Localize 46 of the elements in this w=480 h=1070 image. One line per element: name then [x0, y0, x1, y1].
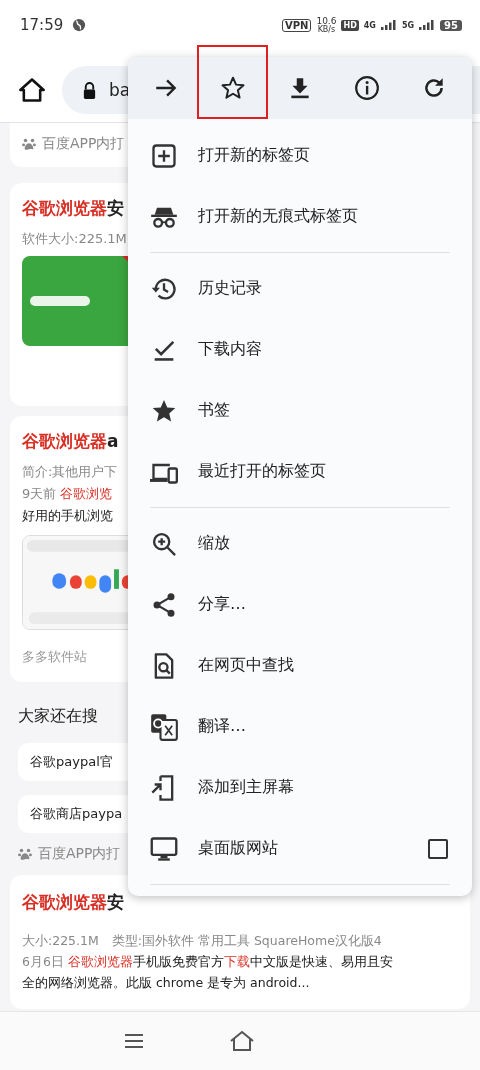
- speed-unit: KB/s: [317, 25, 336, 34]
- menu-item[interactable]: 下载内容: [128, 319, 472, 380]
- result-title[interactable]: 谷歌浏览器安: [22, 197, 126, 220]
- signal-icon: [419, 20, 436, 30]
- plus-square-icon: [150, 141, 178, 170]
- menu-item[interactable]: 书签: [128, 380, 472, 441]
- menu-item[interactable]: 缩放: [128, 513, 472, 574]
- toolbar-button[interactable]: [199, 47, 267, 117]
- result-text: 简介:其他用户下: [22, 463, 119, 481]
- vpn-badge: VPN: [281, 18, 312, 32]
- checkbox[interactable]: [428, 838, 448, 859]
- network-type: 5G: [401, 20, 415, 30]
- result-text: 大小:225.1M 类型:国外软件 常用工具 SquareHome汉化版4: [22, 932, 383, 950]
- paw-icon: [18, 847, 32, 861]
- result-text: 9天前 谷歌浏览: [22, 485, 114, 503]
- paw-icon: [22, 137, 36, 151]
- result-text: 6月6日 谷歌浏览器手机版免费官方下载中文版是快速、易用且安: [22, 953, 394, 971]
- result-text: 好用的手机浏览: [22, 507, 114, 525]
- result-text: 软件大小:225.1M: [22, 230, 126, 248]
- menu-item[interactable]: 在网页中查找: [128, 635, 472, 696]
- source-label: 百度APP内打: [42, 135, 125, 153]
- lock-icon: [82, 81, 97, 99]
- signal-icon: [380, 20, 397, 30]
- globe-icon: [72, 18, 87, 32]
- home-icon[interactable]: [18, 76, 46, 104]
- monitor-icon: [150, 834, 178, 863]
- result-text: 全的网络浏览器。此版 chrome 是专为 android...: [22, 974, 311, 992]
- section-title: 大家还在搜: [18, 706, 98, 727]
- result-title[interactable]: 谷歌浏览器安: [22, 891, 126, 914]
- hd-badge: HD: [341, 19, 359, 31]
- battery-level: 95: [440, 19, 462, 31]
- source-label: 百度APP内打: [38, 845, 121, 863]
- info-icon: [354, 75, 381, 101]
- menu-item[interactable]: 最近打开的标签页: [128, 441, 472, 502]
- menu-item[interactable]: 分享…: [128, 574, 472, 635]
- network-type: 4G: [363, 20, 376, 30]
- clock: 17:59: [20, 16, 64, 34]
- site-name: 多多软件站: [22, 648, 88, 666]
- translate-icon: [150, 712, 178, 741]
- star-icon: [219, 74, 246, 101]
- network-speed: 10.6: [316, 16, 337, 26]
- result-title[interactable]: 谷歌浏览器a: [22, 430, 126, 453]
- menu-item[interactable]: 历史记录: [128, 258, 472, 319]
- menu-item[interactable]: 打开新的无痕式标签页: [128, 186, 472, 247]
- home-icon[interactable]: [228, 1029, 256, 1053]
- menu-item[interactable]: 打开新的标签页: [128, 125, 472, 186]
